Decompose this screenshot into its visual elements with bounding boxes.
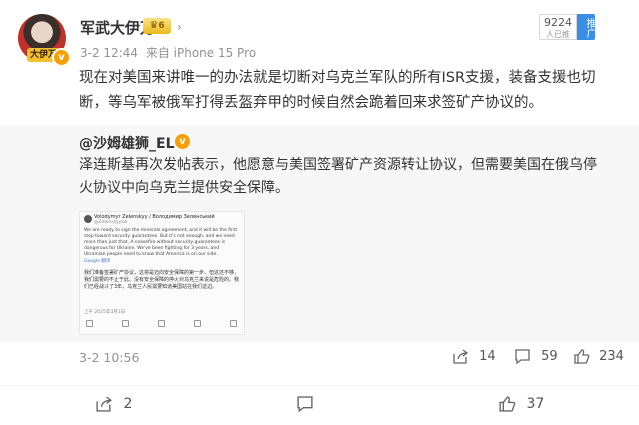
tweet-translate-label: Google 翻译 — [84, 259, 111, 264]
divider — [0, 385, 639, 386]
tweet-actions — [84, 320, 242, 327]
thumbs-up-icon — [499, 396, 516, 412]
repost-author[interactable]: @沙姆雄狮_EL — [79, 133, 174, 153]
tweet-timestamp: 上午 2025年3月1日 — [84, 310, 126, 315]
post-source: 来自 iPhone 15 Pro — [145, 46, 257, 60]
like-button[interactable]: 37 — [498, 395, 544, 413]
push-button[interactable]: 推广 — [577, 14, 595, 40]
post-time[interactable]: 3-2 12:44 — [80, 46, 138, 60]
repost-verified-icon: v — [175, 134, 190, 149]
vip-level-badge[interactable]: ♛6 — [143, 18, 171, 34]
post-meta: 3-2 12:44 来自 iPhone 15 Pro — [80, 44, 260, 61]
thumbs-up-icon — [574, 349, 590, 364]
share-icon — [453, 349, 469, 364]
repost-like-button[interactable]: 234 — [573, 348, 624, 365]
tweet-translation: 我们准备签署矿产协议，这将是迈向安全保障的第一步。但这还不够，我们需要的不止于此… — [84, 270, 240, 290]
tweet-body: We are ready to sign the minerals agreem… — [84, 228, 242, 265]
push-widget[interactable]: 9224 人已推 推广 — [539, 14, 595, 40]
chevron-right-icon[interactable]: › — [177, 20, 182, 34]
repost-comment-button[interactable]: 59 — [514, 348, 558, 365]
repost-time[interactable]: 3-2 10:56 — [79, 350, 139, 365]
comment-button[interactable] — [296, 395, 314, 413]
repost-image[interactable]: Volodymyr Zelenskyy / Володимир Зеленськ… — [79, 211, 245, 335]
repost-share-button[interactable]: 14 — [452, 348, 496, 365]
share-icon — [96, 396, 113, 412]
post-text: 现在对美国来讲唯一的办法就是切断对乌克兰军队的所有ISR支援，装备支援也切断，等… — [79, 70, 596, 111]
verified-badge-icon: v — [52, 48, 71, 67]
repost-text: 泽连斯基再次发帖表示，他愿意与美国签署矿产资源转让协议，但需要美国在俄乌停火协议… — [79, 157, 597, 196]
push-count: 9224 人已推 — [539, 14, 577, 40]
tweet-handle: @ZelenskyyUa — [94, 220, 128, 225]
comment-icon — [297, 396, 313, 413]
tweet-avatar — [84, 215, 92, 223]
comment-icon — [515, 349, 530, 365]
share-button[interactable]: 2 — [95, 395, 132, 413]
